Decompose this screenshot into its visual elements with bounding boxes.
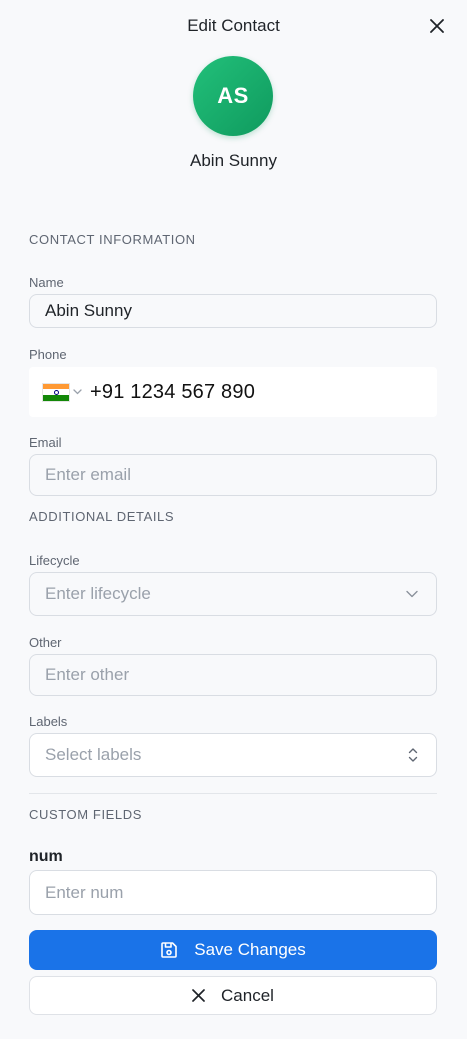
save-changes-button[interactable]: Save Changes — [29, 930, 437, 970]
india-flag-icon[interactable] — [42, 382, 70, 402]
name-label: Name — [29, 275, 64, 290]
close-icon — [430, 19, 444, 33]
other-label: Other — [29, 635, 62, 650]
email-label: Email — [29, 435, 62, 450]
labels-label: Labels — [29, 714, 68, 729]
lifecycle-select[interactable]: Enter lifecycle — [29, 572, 437, 616]
num-label: num — [29, 848, 63, 865]
num-placeholder: Enter num — [45, 882, 124, 902]
email-input[interactable]: Enter email — [29, 454, 437, 496]
num-input[interactable]: Enter num — [29, 870, 437, 915]
email-placeholder: Enter email — [45, 465, 131, 484]
cancel-label: Cancel — [221, 985, 274, 1005]
close-button[interactable] — [425, 14, 449, 38]
chevron-up-down-icon — [408, 748, 418, 763]
other-placeholder: Enter other — [45, 665, 130, 684]
contact-name: Abin Sunny — [190, 151, 277, 170]
chevron-down-icon — [406, 590, 418, 598]
lifecycle-label: Lifecycle — [29, 553, 80, 568]
save-icon — [161, 942, 178, 958]
close-icon — [192, 989, 205, 1002]
name-input[interactable]: Abin Sunny — [29, 294, 437, 328]
phone-label: Phone — [29, 347, 67, 362]
labels-select[interactable]: Select labels — [29, 733, 437, 777]
dialog-header: Edit Contact — [0, 0, 467, 54]
country-chevron-down-icon[interactable] — [73, 389, 82, 395]
save-changes-label: Save Changes — [194, 940, 306, 959]
lifecycle-placeholder: Enter lifecycle — [45, 584, 151, 603]
phone-value: +91 1234 567 890 — [90, 380, 256, 403]
avatar-initials: AS — [217, 83, 249, 108]
section-divider — [29, 793, 437, 794]
phone-input[interactable]: +91 1234 567 890 — [29, 367, 437, 417]
cancel-button[interactable]: Cancel — [29, 976, 437, 1015]
name-value: Abin Sunny — [45, 301, 132, 320]
dialog-title: Edit Contact — [187, 16, 280, 35]
section-title-contact-information: CONTACT INFORMATION — [29, 232, 196, 247]
section-title-custom-fields: CUSTOM FIELDS — [29, 807, 143, 822]
labels-placeholder: Select labels — [45, 745, 142, 764]
section-title-additional-details: ADDITIONAL DETAILS — [29, 509, 175, 524]
avatar: AS — [193, 56, 273, 136]
other-input[interactable]: Enter other — [29, 654, 437, 696]
